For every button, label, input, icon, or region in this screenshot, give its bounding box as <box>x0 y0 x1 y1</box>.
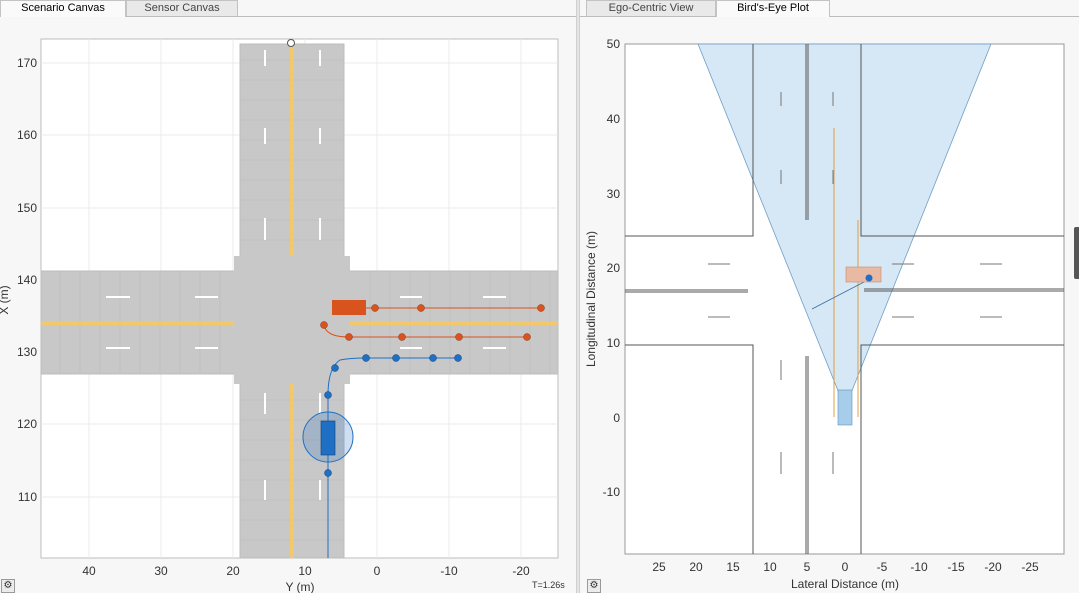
birds-eye-canvas[interactable]: 25 20 15 10 5 0 -5 -10 -15 -20 -25 50 40… <box>580 17 1079 593</box>
svg-text:5: 5 <box>804 560 811 574</box>
svg-text:150: 150 <box>17 201 37 215</box>
road-endpoint-handle[interactable] <box>287 39 295 47</box>
svg-text:-25: -25 <box>1021 560 1039 574</box>
svg-text:0: 0 <box>842 560 849 574</box>
detection-point <box>865 274 873 282</box>
left-tab-bar: Scenario Canvas Sensor Canvas <box>0 0 576 17</box>
svg-text:30: 30 <box>154 564 168 578</box>
scenario-canvas[interactable]: 40 30 20 10 0 -10 -20 170 160 150 140 13… <box>0 17 576 593</box>
tab-scenario-canvas[interactable]: Scenario Canvas <box>0 0 126 17</box>
birds-eye-pane: Ego-Centric View Bird's-Eye Plot 25 20 1… <box>580 0 1079 593</box>
svg-text:10: 10 <box>298 564 312 578</box>
detected-target-vehicle <box>845 266 882 283</box>
ego-vehicle[interactable] <box>320 420 336 456</box>
birds-eye-y-axis-label: Longitudinal Distance (m) <box>584 231 598 367</box>
birds-eye-x-ticks: 25 20 15 10 5 0 -5 -10 -15 -20 -25 <box>652 560 1039 574</box>
svg-text:-20: -20 <box>984 560 1002 574</box>
svg-text:120: 120 <box>17 417 37 431</box>
svg-text:160: 160 <box>17 128 37 142</box>
target-vehicle[interactable] <box>332 300 366 315</box>
scenario-y-axis-label: X (m) <box>0 285 11 314</box>
birds-eye-y-ticks: 50 40 30 20 10 0 -10 <box>603 37 621 499</box>
svg-text:110: 110 <box>18 490 37 504</box>
scenario-y-ticks: 170 160 150 140 130 120 110 <box>17 56 37 504</box>
svg-text:30: 30 <box>607 187 621 201</box>
scenario-pane: Scenario Canvas Sensor Canvas 40 30 20 1… <box>0 0 576 593</box>
svg-text:-10: -10 <box>603 485 621 499</box>
gear-icon[interactable]: ⚙ <box>587 579 601 593</box>
svg-text:10: 10 <box>607 336 621 350</box>
svg-text:40: 40 <box>82 564 96 578</box>
scenario-x-ticks: 40 30 20 10 0 -10 -20 <box>82 564 530 578</box>
svg-text:20: 20 <box>607 261 621 275</box>
svg-text:20: 20 <box>226 564 240 578</box>
svg-text:-10: -10 <box>440 564 458 578</box>
panel-resize-handle[interactable] <box>1074 227 1079 279</box>
svg-text:20: 20 <box>689 560 703 574</box>
svg-text:130: 130 <box>17 345 37 359</box>
svg-text:25: 25 <box>652 560 666 574</box>
tab-sensor-canvas[interactable]: Sensor Canvas <box>126 0 238 16</box>
svg-text:-15: -15 <box>947 560 965 574</box>
svg-text:10: 10 <box>763 560 777 574</box>
scenario-x-axis-label: Y (m) <box>285 580 314 593</box>
simulation-time: T=1.26s <box>532 580 565 590</box>
gear-icon[interactable]: ⚙ <box>1 579 15 593</box>
tab-birds-eye-plot[interactable]: Bird's-Eye Plot <box>716 0 830 17</box>
svg-text:140: 140 <box>17 273 37 287</box>
birds-eye-x-axis-label: Lateral Distance (m) <box>791 577 899 591</box>
svg-text:40: 40 <box>607 112 621 126</box>
svg-text:-10: -10 <box>910 560 928 574</box>
svg-text:50: 50 <box>607 37 621 51</box>
svg-text:170: 170 <box>17 56 37 70</box>
right-tab-bar: Ego-Centric View Bird's-Eye Plot <box>580 0 1079 17</box>
svg-text:0: 0 <box>374 564 381 578</box>
svg-text:0: 0 <box>613 411 620 425</box>
ego-vehicle-outline <box>837 389 853 426</box>
svg-text:-5: -5 <box>877 560 888 574</box>
svg-text:-20: -20 <box>512 564 530 578</box>
tab-ego-centric-view[interactable]: Ego-Centric View <box>586 0 716 16</box>
svg-text:15: 15 <box>726 560 740 574</box>
